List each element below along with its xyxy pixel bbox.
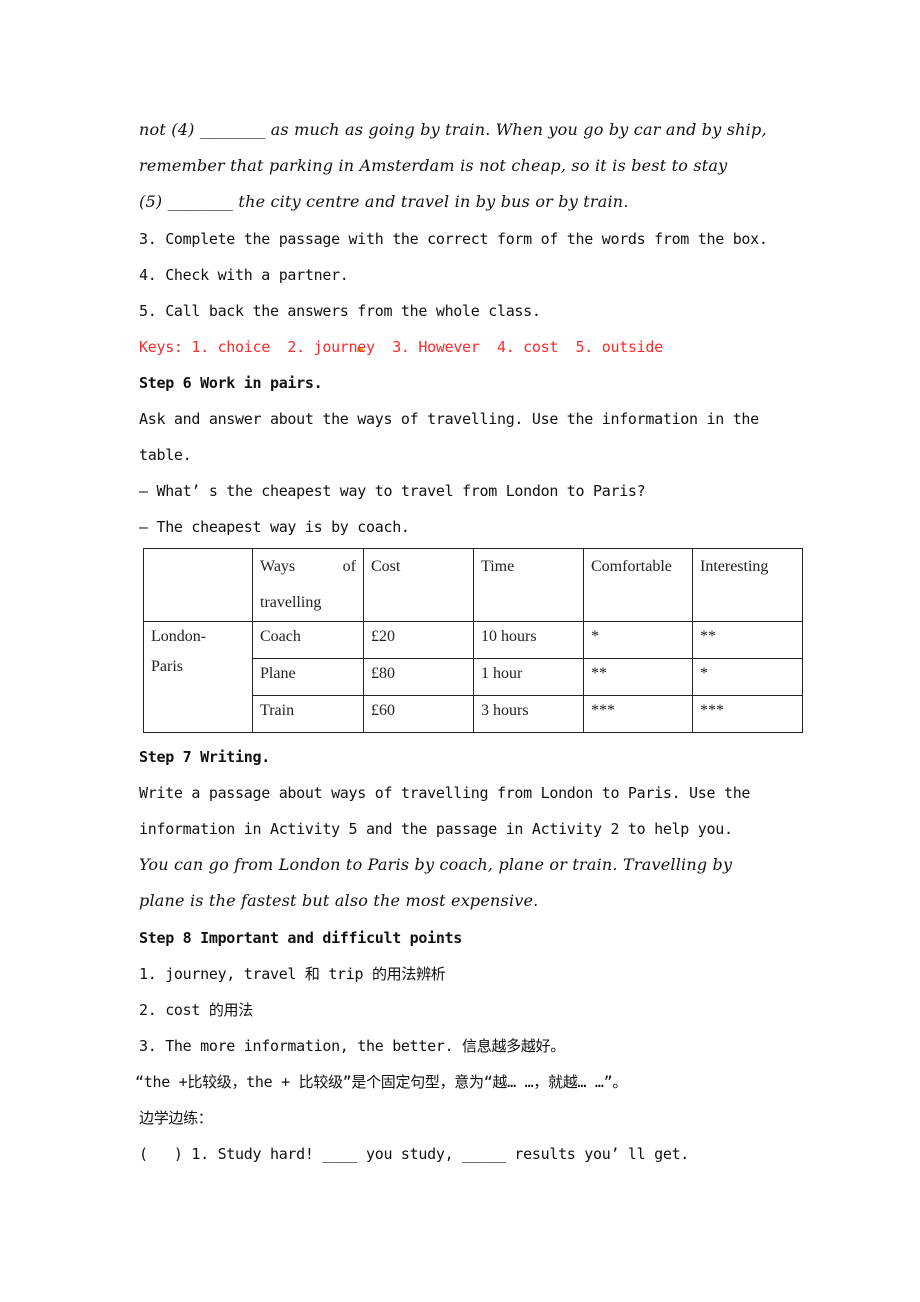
header-time: Time: [473, 548, 584, 622]
procedure-step-3: 3. Complete the passage with the correct…: [139, 230, 768, 248]
cell-cost: £20: [363, 621, 474, 659]
step7-heading: Step 7 Writing.: [139, 748, 270, 766]
header-blank: [143, 548, 253, 622]
exercise-item-1: ( ) 1. Study hard! ____ you study, _____…: [139, 1145, 690, 1163]
step8-point-3: 3. The more information, the better. 信息越…: [139, 1037, 565, 1055]
route-line-1: London-: [151, 628, 207, 645]
cell-comfortable: **: [583, 658, 693, 696]
header-travelling-word: travelling: [260, 594, 322, 611]
step7-example-2: plane is the fastest but also the most e…: [139, 891, 539, 910]
cell-time: 10 hours: [473, 621, 584, 659]
procedure-step-4: 4. Check with a partner.: [139, 266, 349, 284]
cell-way: Plane: [252, 658, 364, 696]
cell-interesting: ***: [692, 695, 803, 733]
table-header-row: Ways of travelling Cost Time Comfortable …: [143, 548, 803, 622]
table-row: London- Paris Coach £20 10 hours * **: [143, 621, 803, 733]
cell-way: Train: [252, 695, 364, 733]
answer-keys-head: Keys: 1. choice 2. journ: [139, 338, 358, 356]
answer-keys-tail: ey 3. However 4. cost 5. outside: [357, 338, 663, 356]
grammar-note: “the +比较级，the + 比较级”是个固定句型，意为“越… …，就越… ……: [135, 1073, 628, 1091]
step8-point-1: 1. journey, travel 和 trip 的用法辨析: [139, 965, 446, 983]
route-cell: London- Paris: [143, 621, 253, 733]
route-line-2: Paris: [151, 658, 183, 675]
header-interesting: Interesting: [692, 548, 803, 622]
header-cost: Cost: [363, 548, 474, 622]
practice-label: 边学边练：: [139, 1109, 213, 1127]
cell-time: 3 hours: [473, 695, 584, 733]
header-comfortable: Comfortable: [583, 548, 693, 622]
cell-way: Coach: [252, 621, 364, 659]
step7-example-1: You can go from London to Paris by coach…: [139, 855, 733, 874]
dialogue-answer: — The cheapest way is by coach.: [139, 518, 410, 536]
cell-time: 1 hour: [473, 658, 584, 696]
header-ways: Ways of travelling: [252, 548, 364, 622]
step8-point-2: 2. cost 的用法: [139, 1001, 253, 1019]
cell-interesting: **: [692, 621, 803, 659]
travel-table: Ways of travelling Cost Time Comfortable …: [143, 548, 803, 733]
step6-instruction-1: Ask and answer about the ways of travell…: [139, 410, 759, 428]
step7-instruction-1: Write a passage about ways of travelling…: [139, 784, 751, 802]
passage-line-1: not (4) ________ as much as going by tra…: [139, 120, 767, 139]
answer-keys: Keys: 1. choice 2. journey 3. However 4.…: [139, 337, 663, 357]
cell-comfortable: ***: [583, 695, 693, 733]
cell-cost: £80: [363, 658, 474, 696]
cell-interesting: *: [692, 658, 803, 696]
cell-comfortable: *: [583, 621, 693, 659]
cell-cost: £60: [363, 695, 474, 733]
dialogue-question: — What’ s the cheapest way to travel fro…: [139, 482, 646, 500]
step6-heading: Step 6 Work in pairs.: [139, 374, 323, 392]
passage-line-3: (5) ________ the city centre and travel …: [139, 192, 629, 211]
passage-line-2: remember that parking in Amsterdam is no…: [139, 156, 728, 175]
step7-instruction-2: information in Activity 5 and the passag…: [139, 820, 733, 838]
header-of-word: of: [342, 558, 356, 575]
header-ways-word: Ways: [260, 558, 296, 575]
step8-heading: Step 8 Important and difficult points: [139, 929, 463, 947]
procedure-step-5: 5. Call back the answers from the whole …: [139, 302, 541, 320]
step6-instruction-2: table.: [139, 446, 192, 464]
